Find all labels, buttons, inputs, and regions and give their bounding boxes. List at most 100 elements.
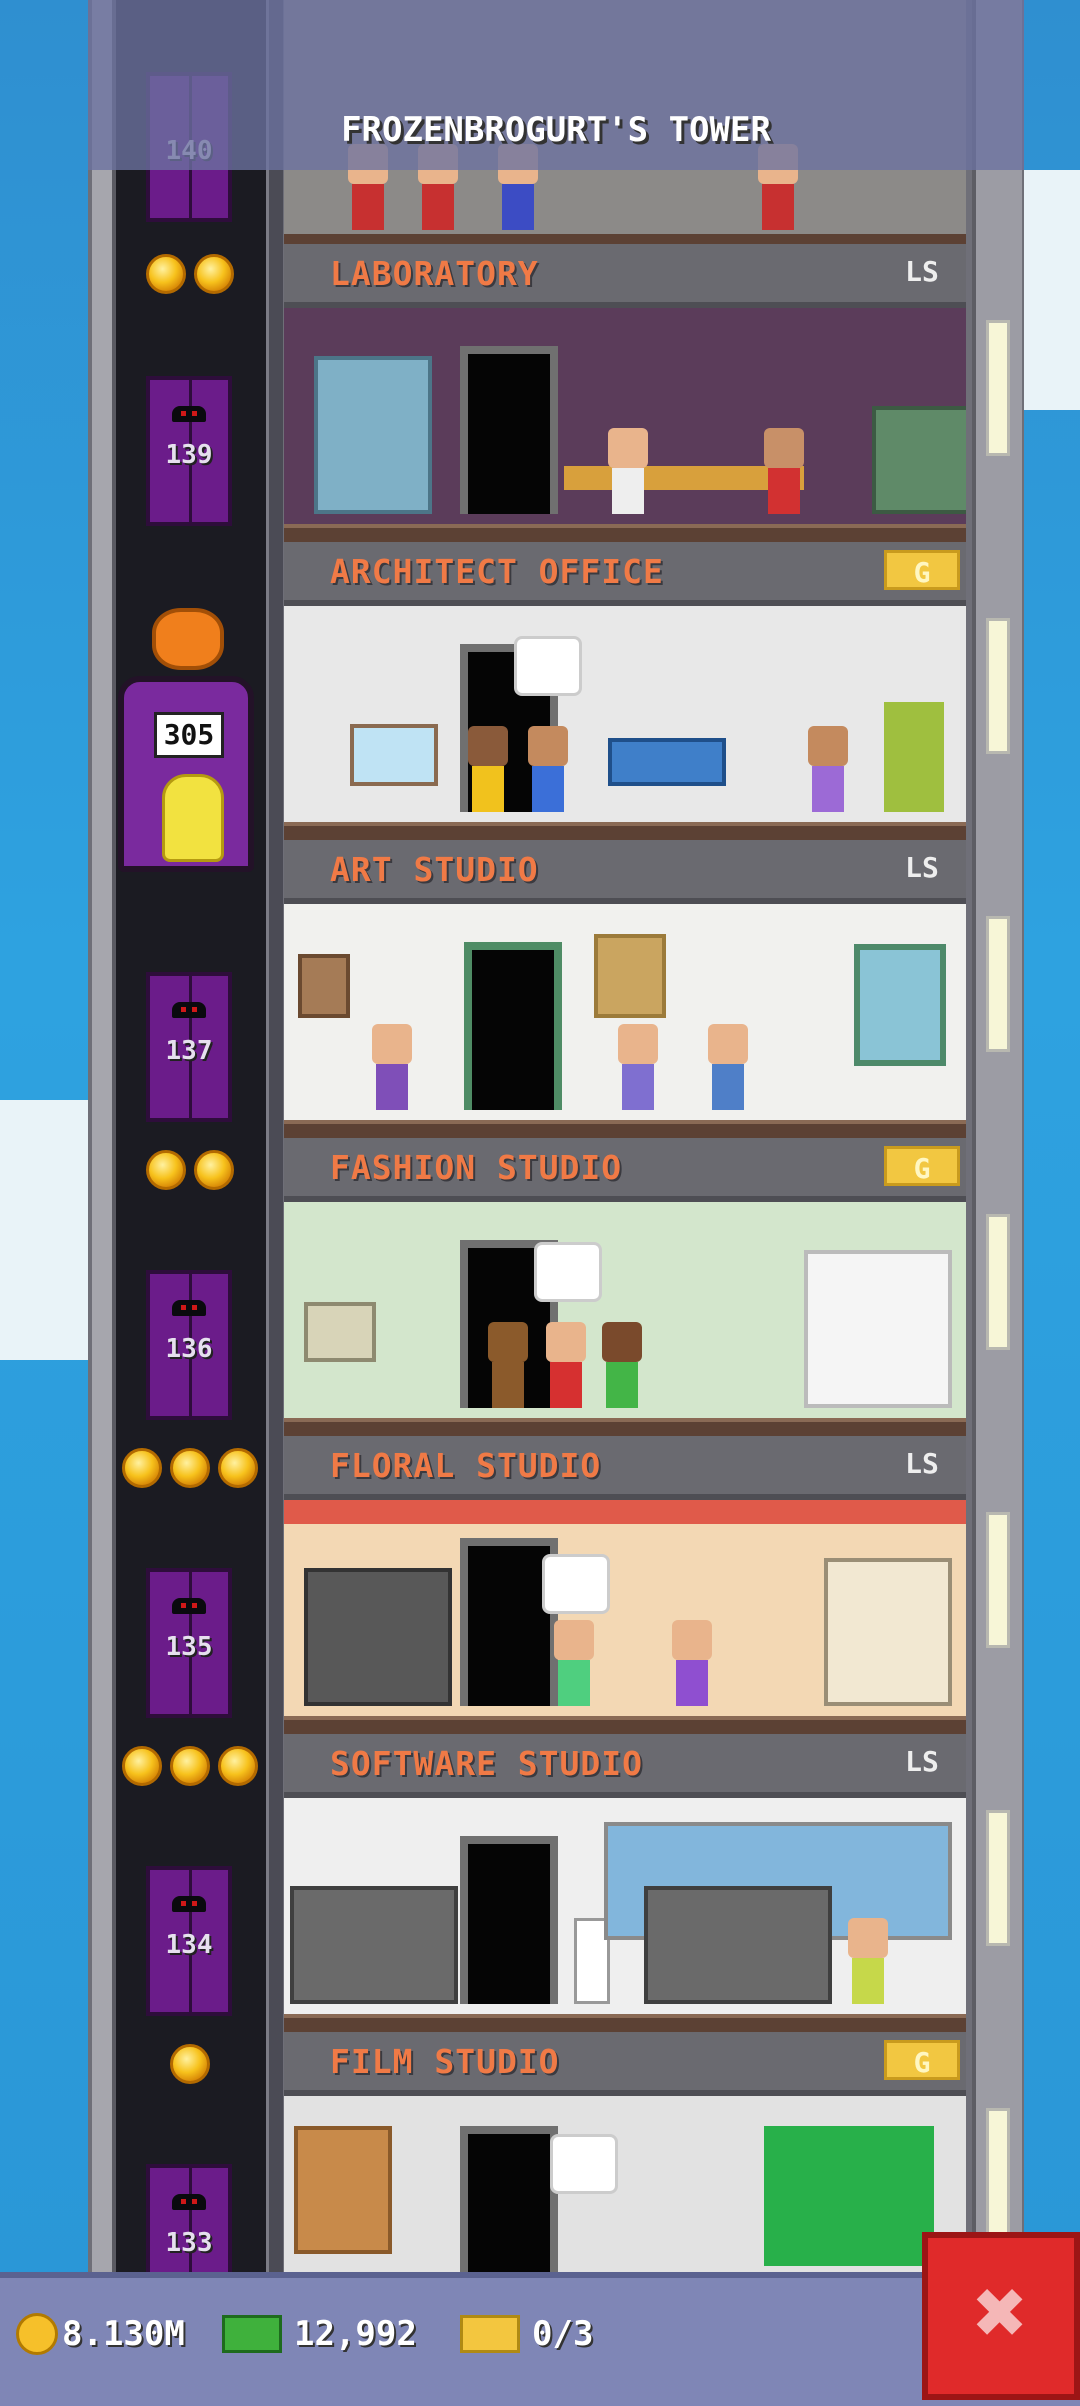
window-light	[986, 1214, 1010, 1350]
painting	[298, 954, 350, 1018]
floor-header: SOFTWARE STUDIO LS	[284, 1734, 966, 1798]
close-button[interactable]: ✖	[922, 2232, 1080, 2400]
person[interactable]	[804, 726, 852, 812]
floor-film-studio[interactable]: FILM STUDIO G	[284, 2032, 966, 2272]
sewing-machine	[304, 1302, 376, 1362]
floor-status-tag[interactable]: LS	[884, 1742, 960, 1782]
floor-status-tag[interactable]: G	[884, 1146, 960, 1186]
elevator-door-134[interactable]: 134	[146, 1866, 232, 2016]
person[interactable]	[704, 1024, 752, 1110]
floor-header: ART STUDIO LS	[284, 840, 966, 904]
floor-number: 137	[165, 1036, 213, 1066]
floor-status-tag[interactable]: LS	[884, 252, 960, 292]
elevator-floor-display: 305	[154, 712, 224, 758]
bat-icon	[172, 2194, 206, 2210]
bat-icon	[172, 406, 206, 422]
elevator-door-136[interactable]: 136	[146, 1270, 232, 1420]
flower-fridge	[304, 1568, 452, 1706]
fabric-shelf	[804, 1250, 952, 1408]
person[interactable]	[550, 1620, 598, 1706]
bottom-bar: 8.130M 12,992 0/3	[0, 2272, 1080, 2406]
speech-bubble	[542, 1554, 610, 1614]
person[interactable]	[760, 428, 808, 514]
floor-name: ARCHITECT OFFICE	[330, 552, 664, 591]
floor-header: FLORAL STUDIO LS	[284, 1436, 966, 1500]
coin-icon[interactable]	[146, 1150, 186, 1190]
window	[854, 944, 946, 1066]
floor-architect-office[interactable]: ARCHITECT OFFICE G	[284, 542, 966, 840]
person[interactable]	[604, 428, 652, 514]
bux-balance[interactable]: 12,992	[222, 2306, 417, 2362]
coin-icon[interactable]	[218, 1746, 258, 1786]
person[interactable]	[368, 1024, 416, 1110]
floor-name: FLORAL STUDIO	[330, 1446, 602, 1485]
floor-number: 133	[165, 2228, 213, 2258]
elevator-door-137[interactable]: 137	[146, 972, 232, 1122]
tower-left-rail	[92, 0, 116, 2280]
coin-icon[interactable]	[218, 1448, 258, 1488]
person[interactable]	[484, 1322, 532, 1408]
floor-status-tag[interactable]: LS	[884, 1444, 960, 1484]
coin-icon[interactable]	[146, 254, 186, 294]
floor-software-studio[interactable]: SOFTWARE STUDIO LS	[284, 1734, 966, 2032]
floor-doorway[interactable]	[460, 1836, 558, 2004]
floor-number: 135	[165, 1632, 213, 1662]
cloud	[0, 1100, 88, 1360]
potted-plant	[884, 702, 944, 812]
person[interactable]	[844, 1918, 892, 2004]
tower-bux-icon	[222, 2315, 282, 2353]
ticket-amount: 0/3	[532, 2314, 594, 2354]
person[interactable]	[524, 726, 572, 812]
drafting-table	[608, 738, 726, 786]
cloud	[1022, 170, 1080, 410]
elevator-rider	[162, 774, 224, 862]
bat-icon	[172, 1598, 206, 1614]
lab-robot	[872, 406, 966, 514]
close-icon: ✖	[973, 2260, 1029, 2365]
floor-number: 134	[165, 1930, 213, 1960]
coin-icon[interactable]	[194, 1150, 234, 1190]
floor-laboratory[interactable]: LABORATORY LS	[284, 244, 966, 542]
floor-doorway[interactable]	[464, 942, 562, 1110]
floor-fashion-studio[interactable]: FASHION STUDIO G	[284, 1138, 966, 1436]
floor-header: FILM STUDIO G	[284, 2032, 966, 2096]
coin-balance[interactable]: 8.130M	[16, 2306, 185, 2362]
coin-icon[interactable]	[170, 2044, 210, 2084]
floor-art-studio[interactable]: ART STUDIO LS	[284, 840, 966, 1138]
bat-icon	[172, 1300, 206, 1316]
film-crate	[294, 2126, 392, 2254]
elevator-shaft-edge	[266, 0, 283, 2280]
elevator-door-135[interactable]: 135	[146, 1568, 232, 1718]
computer-desk	[290, 1886, 458, 2004]
person[interactable]	[668, 1620, 716, 1706]
elevator-door-139[interactable]: 139	[146, 376, 232, 526]
floor-doorway[interactable]	[460, 346, 558, 514]
window-light	[986, 1512, 1010, 1648]
elevator-car[interactable]: 305	[118, 676, 254, 872]
floor-floral-studio[interactable]: FLORAL STUDIO LS	[284, 1436, 966, 1734]
floor-status-tag[interactable]: G	[884, 2040, 960, 2080]
person[interactable]	[598, 1322, 646, 1408]
window-light	[986, 1810, 1010, 1946]
coin-icon[interactable]	[194, 254, 234, 294]
floor-status-tag[interactable]: G	[884, 550, 960, 590]
speech-bubble	[514, 636, 582, 696]
green-screen	[764, 2126, 934, 2266]
person[interactable]	[464, 726, 512, 812]
lab-freezer	[314, 356, 432, 514]
floor-status-tag[interactable]: LS	[884, 848, 960, 888]
coin-icon[interactable]	[170, 1746, 210, 1786]
window-light	[986, 916, 1010, 1052]
floor-name: SOFTWARE STUDIO	[330, 1744, 644, 1783]
floor-header: FASHION STUDIO G	[284, 1138, 966, 1202]
bux-amount: 12,992	[294, 2314, 417, 2354]
coin-icon[interactable]	[170, 1448, 210, 1488]
speech-bubble	[550, 2134, 618, 2194]
coin-icon[interactable]	[122, 1746, 162, 1786]
ticket-balance[interactable]: 0/3	[460, 2306, 593, 2362]
coin-icon[interactable]	[122, 1448, 162, 1488]
floor-doorway[interactable]	[460, 2126, 558, 2272]
person[interactable]	[542, 1322, 590, 1408]
person[interactable]	[614, 1024, 662, 1110]
bat-icon	[172, 1002, 206, 1018]
